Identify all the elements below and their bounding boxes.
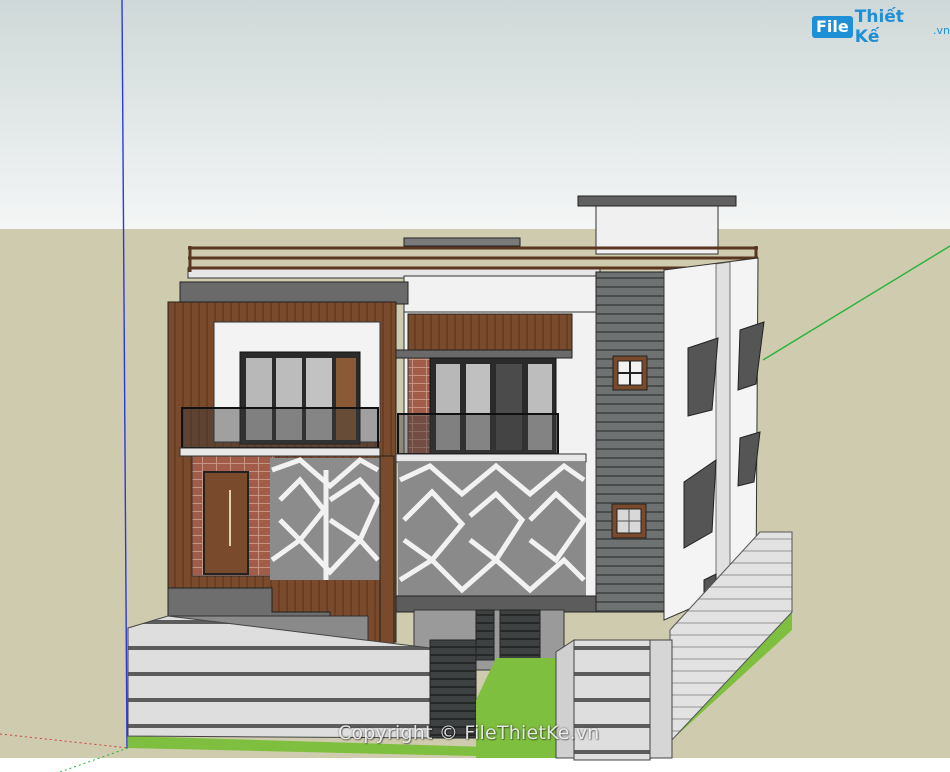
slat-window-lower	[611, 503, 647, 539]
copyright-watermark: Copyright © FileThietKe.vn	[338, 722, 600, 744]
right-wood-cladding	[407, 313, 573, 355]
left-roof-slab	[179, 281, 409, 305]
grey-slat-column	[595, 271, 665, 613]
right-balcony-glass	[397, 413, 559, 455]
left-geometric-screen	[270, 456, 381, 580]
slat-window-upper	[612, 355, 648, 391]
sky	[0, 0, 950, 229]
roof-skylight	[403, 237, 521, 247]
right-canopy	[395, 349, 573, 359]
garage-door	[499, 609, 541, 661]
left-wood-post	[379, 455, 395, 647]
front-door	[203, 471, 249, 575]
logo-tld: .vn	[933, 23, 950, 37]
logo-box-text: File	[812, 16, 853, 38]
garage-side-door	[475, 609, 495, 661]
right-balcony-slab	[395, 453, 587, 463]
left-balcony-slab	[179, 447, 381, 457]
left-balcony-glass	[181, 407, 379, 449]
sketchup-viewport[interactable]: File Thiết Kế .vn Copyright © FileThietK…	[0, 0, 950, 772]
side-fence-post	[647, 639, 673, 759]
site-logo: File Thiết Kế .vn	[812, 7, 950, 47]
upper-white-wall	[403, 275, 597, 313]
right-geometric-screen	[398, 462, 588, 598]
house-model-render	[0, 0, 950, 772]
right-side-pilaster	[715, 261, 731, 607]
roof-stair-cap	[577, 195, 737, 207]
logo-name: Thiết Kế	[854, 7, 904, 47]
bottom-white-strip	[0, 758, 950, 772]
